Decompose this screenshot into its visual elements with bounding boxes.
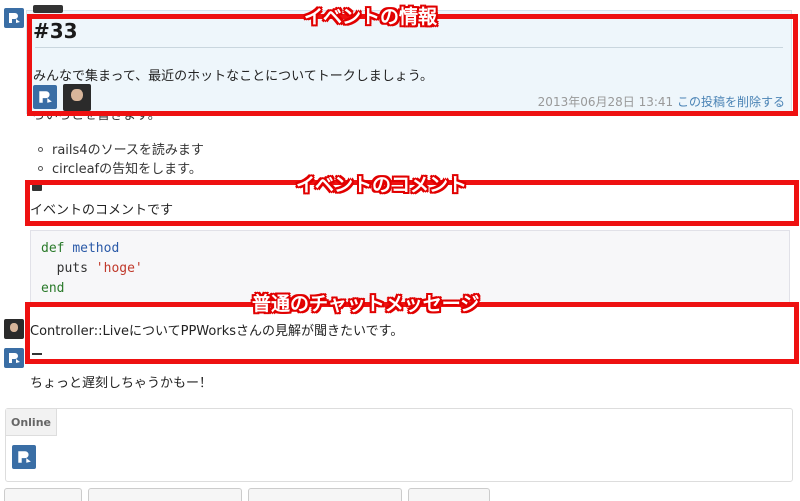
annotation-box-event-info	[27, 14, 798, 116]
annotation-label-event-comment: イベントのコメント	[296, 174, 468, 196]
ppworks-logo-icon	[4, 8, 24, 28]
event-badge	[33, 5, 63, 13]
list-item: rails4のソースを読みます	[52, 143, 204, 158]
toolbar-button[interactable]	[4, 488, 82, 501]
code-keyword: end	[41, 281, 65, 296]
toolbar-button[interactable]	[88, 488, 242, 501]
list-bullet	[38, 147, 43, 152]
online-users-panel: Online	[5, 408, 793, 482]
toolbar-button[interactable]	[408, 488, 490, 501]
chat-message-text: ちょっと遅刻しちゃうかもー！	[30, 376, 213, 391]
chat-user-avatar[interactable]	[4, 319, 24, 339]
annotation-label-chat-message: 普通のチャットメッセージ	[252, 293, 480, 315]
code-call: puts	[56, 261, 88, 276]
list-item: circleafの告知をします。	[52, 162, 202, 174]
toolbar-button[interactable]	[248, 488, 402, 501]
ppworks-avatar-icon[interactable]	[4, 348, 24, 368]
code-keyword: def	[41, 241, 65, 256]
online-user-ppworks-icon[interactable]	[12, 445, 36, 469]
code-method-name: method	[72, 241, 120, 256]
online-tab[interactable]: Online	[6, 409, 57, 436]
annotation-label-event-info: イベントの情報	[304, 6, 438, 28]
code-string: 'hoge'	[95, 261, 143, 276]
list-bullet	[38, 166, 43, 171]
